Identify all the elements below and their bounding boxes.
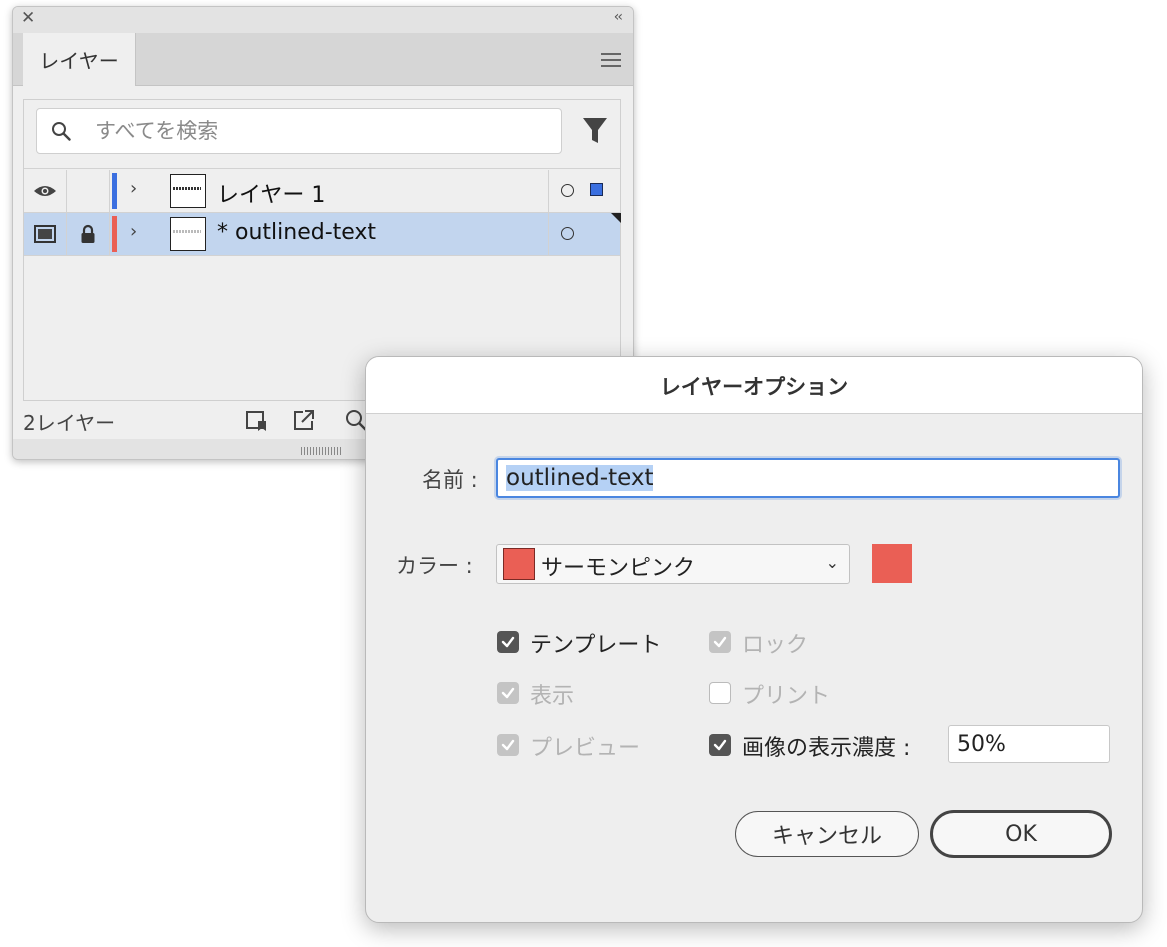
dialog-title: レイヤーオプション (659, 375, 849, 399)
export-icon[interactable] (291, 407, 317, 433)
layer-count: 2レイヤー (23, 411, 116, 435)
color-swatch (503, 548, 535, 580)
lock-toggle[interactable] (67, 213, 110, 255)
visibility-toggle[interactable] (24, 170, 67, 212)
panel-tab-bar: レイヤー (13, 33, 633, 86)
ok-button[interactable]: OK (930, 810, 1112, 858)
preview-checkbox[interactable] (497, 734, 519, 756)
layer-name[interactable]: * outlined-text (217, 220, 376, 245)
collapse-icon[interactable]: ‹‹ (614, 9, 623, 25)
color-select[interactable]: サーモンピンク ⌄ (496, 544, 850, 584)
layer-row[interactable]: › レイヤー 1 (24, 170, 620, 213)
template-icon (34, 225, 56, 243)
color-label: カラー : (396, 554, 473, 578)
current-layer-indicator-icon (611, 213, 621, 223)
layer-row[interactable]: › * outlined-text (24, 213, 621, 256)
chevron-right-icon[interactable]: › (130, 221, 137, 242)
layer-thumbnail (170, 217, 206, 251)
template-label: テンプレート (530, 633, 662, 658)
collect-for-export-icon[interactable] (243, 407, 269, 433)
target-circle-icon[interactable] (561, 227, 574, 240)
filter-icon[interactable] (582, 116, 608, 146)
panel-menu-icon[interactable] (601, 53, 621, 67)
dim-images-label: 画像の表示濃度 : (742, 736, 911, 761)
visibility-toggle[interactable] (24, 213, 67, 255)
search-box[interactable] (36, 108, 562, 154)
layer-color-bar (112, 216, 117, 252)
chevron-right-icon[interactable]: › (130, 178, 137, 199)
preview-label: プレビュー (530, 736, 641, 761)
resize-grip-icon[interactable] (301, 447, 341, 455)
lock-checkbox[interactable] (709, 631, 731, 653)
close-icon[interactable]: ✕ (21, 8, 35, 28)
name-label: 名前 : (422, 468, 478, 492)
color-select-value: サーモンピンク (541, 556, 696, 581)
dim-images-checkbox[interactable] (709, 734, 731, 756)
template-checkbox[interactable] (497, 631, 519, 653)
name-field[interactable]: outlined-text (496, 458, 1120, 498)
custom-color-swatch[interactable] (872, 544, 912, 583)
cancel-button[interactable]: キャンセル (735, 811, 919, 857)
layer-color-bar (112, 173, 117, 209)
dialog-title-bar: レイヤーオプション (366, 357, 1142, 414)
chevron-down-icon: ⌄ (825, 553, 839, 572)
search-row (24, 100, 620, 169)
search-input[interactable] (93, 115, 547, 147)
target-cell (548, 170, 621, 212)
lock-toggle[interactable] (67, 170, 110, 212)
eye-icon (34, 186, 56, 196)
target-circle-icon[interactable] (561, 184, 574, 197)
name-field-value: outlined-text (506, 465, 654, 491)
dim-images-opacity-field[interactable]: 50% (948, 725, 1110, 763)
search-icon (52, 122, 71, 141)
lock-label: ロック (742, 633, 809, 658)
selection-indicator-icon[interactable] (590, 183, 603, 196)
layer-thumbnail (170, 174, 206, 208)
show-label: 表示 (530, 684, 575, 709)
print-label: プリント (742, 684, 831, 709)
layer-options-dialog: レイヤーオプション 名前 : outlined-text カラー : サーモンピ… (365, 356, 1143, 923)
layer-name[interactable]: レイヤー 1 (217, 177, 325, 209)
lock-icon (81, 224, 95, 243)
panel-title-bar: ✕ ‹‹ (13, 7, 633, 33)
tab-layers[interactable]: レイヤー (23, 33, 136, 86)
show-checkbox[interactable] (497, 682, 519, 704)
print-checkbox[interactable] (709, 682, 731, 704)
target-cell (548, 213, 621, 255)
